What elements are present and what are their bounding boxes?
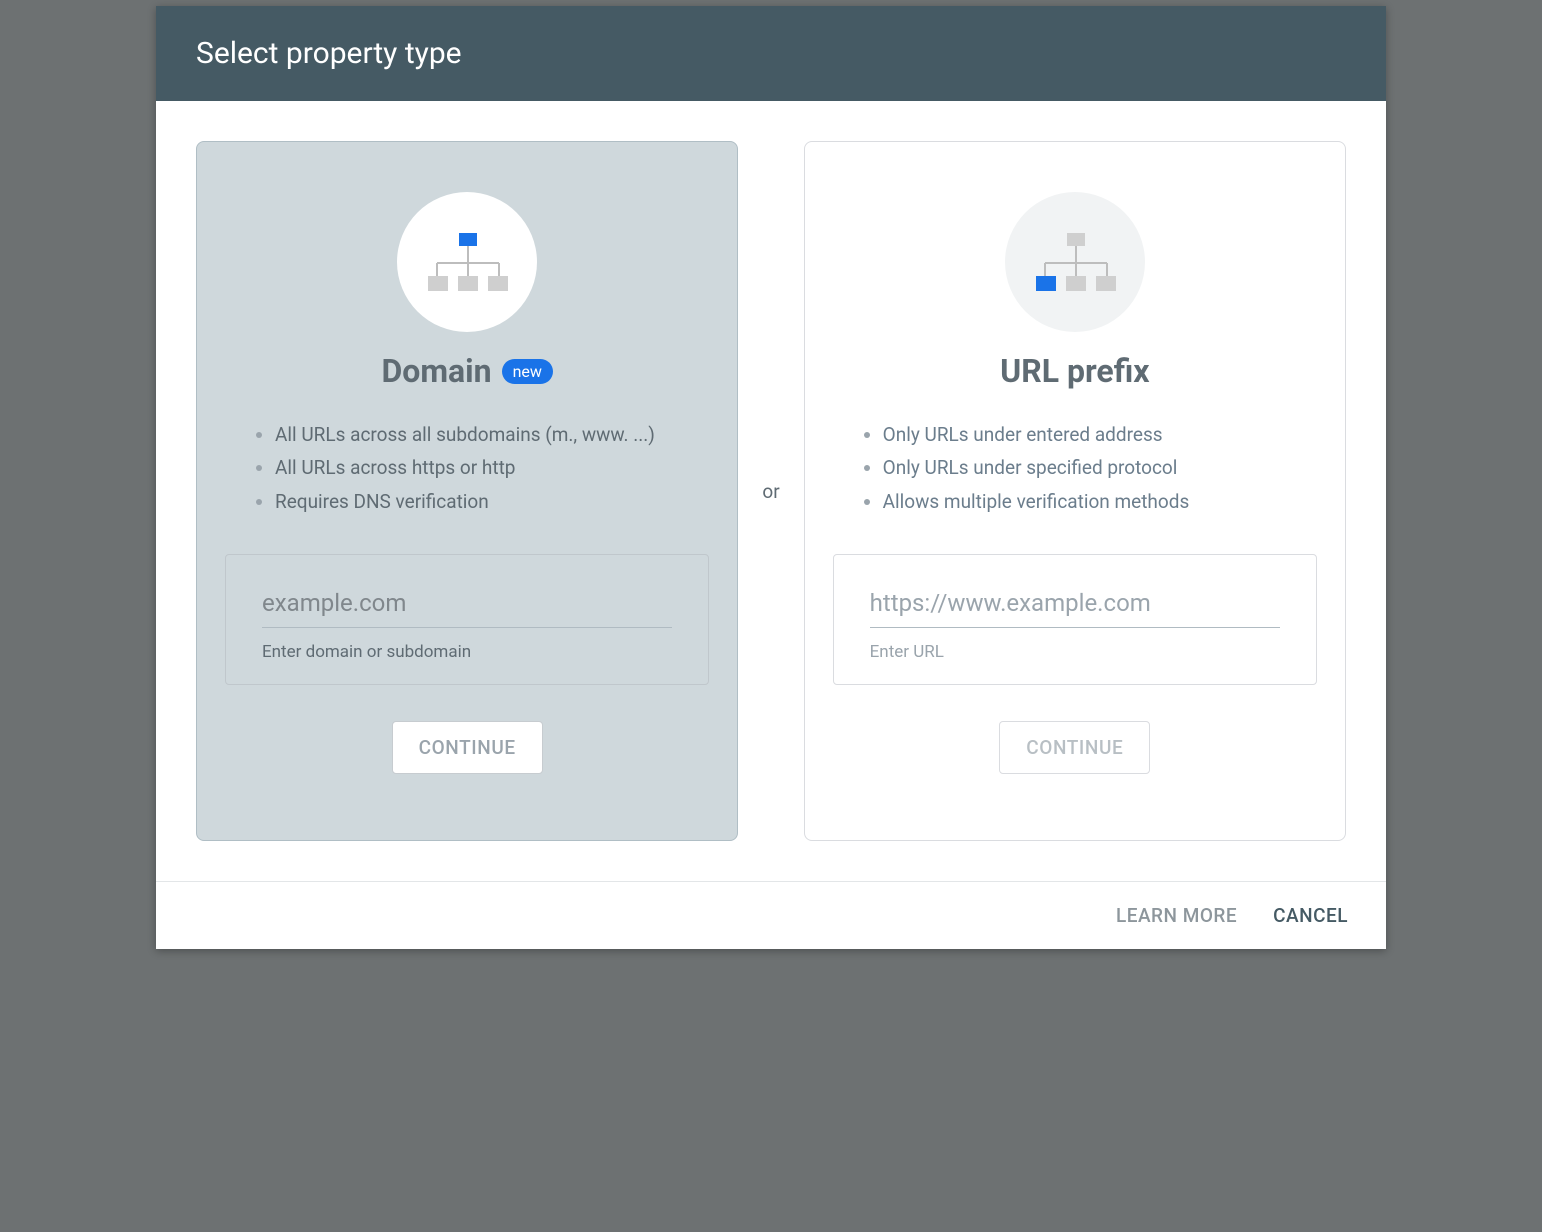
dialog-footer: LEARN MORE CANCEL bbox=[156, 881, 1386, 949]
learn-more-button[interactable]: LEARN MORE bbox=[1116, 904, 1237, 927]
domain-title: Domain bbox=[381, 352, 491, 390]
or-separator: or bbox=[758, 480, 783, 503]
property-type-dialog: Select property type Domain bbox=[156, 6, 1386, 949]
domain-input-helper: Enter domain or subdomain bbox=[262, 642, 672, 662]
url-prefix-features: Only URLs under entered address Only URL… bbox=[833, 418, 1317, 518]
list-item: All URLs across all subdomains (m., www.… bbox=[275, 418, 689, 451]
url-prefix-card[interactable]: URL prefix Only URLs under entered addre… bbox=[804, 141, 1346, 841]
url-prefix-input-helper: Enter URL bbox=[870, 642, 1280, 662]
domain-input-box: Enter domain or subdomain bbox=[225, 554, 709, 685]
list-item: All URLs across https or http bbox=[275, 451, 689, 484]
list-item: Only URLs under specified protocol bbox=[883, 451, 1297, 484]
url-prefix-title: URL prefix bbox=[1000, 352, 1149, 390]
url-prefix-title-row: URL prefix bbox=[1000, 352, 1149, 390]
domain-title-row: Domain new bbox=[381, 352, 552, 390]
domain-features: All URLs across all subdomains (m., www.… bbox=[225, 418, 709, 518]
dialog-body: Domain new All URLs across all subdomain… bbox=[156, 101, 1386, 881]
list-item: Allows multiple verification methods bbox=[883, 485, 1297, 518]
cancel-button[interactable]: CANCEL bbox=[1273, 904, 1348, 927]
url-prefix-continue-button[interactable]: CONTINUE bbox=[999, 721, 1150, 774]
dialog-title: Select property type bbox=[196, 36, 462, 71]
domain-input[interactable] bbox=[262, 583, 672, 628]
new-badge: new bbox=[502, 359, 553, 384]
dialog-header: Select property type bbox=[156, 6, 1386, 101]
url-prefix-input[interactable] bbox=[870, 583, 1280, 628]
list-item: Requires DNS verification bbox=[275, 485, 689, 518]
list-item: Only URLs under entered address bbox=[883, 418, 1297, 451]
url-prefix-sitemap-icon bbox=[1005, 192, 1145, 332]
domain-card[interactable]: Domain new All URLs across all subdomain… bbox=[196, 141, 738, 841]
domain-continue-button[interactable]: CONTINUE bbox=[392, 721, 543, 774]
domain-sitemap-icon bbox=[397, 192, 537, 332]
url-prefix-input-box: Enter URL bbox=[833, 554, 1317, 685]
